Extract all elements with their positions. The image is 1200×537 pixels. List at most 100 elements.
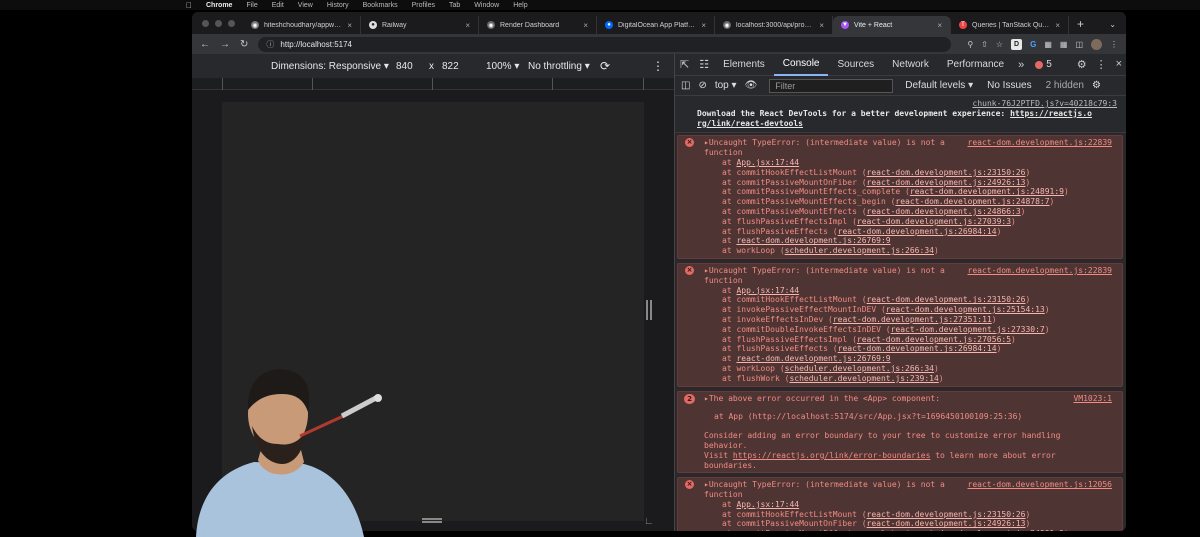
browser-tab[interactable]: T Queries | TanStack Query Do × [951,16,1069,34]
stack-location-link[interactable]: react-dom.development.js:27351:11 [833,315,992,324]
menu-chrome[interactable]: Chrome [206,2,232,9]
tab-performance[interactable]: Performance [938,54,1013,76]
address-bar[interactable]: ⓘ http://localhost:5174 [258,36,952,52]
stack-location-link[interactable]: react-dom.development.js:24878:7 [895,197,1049,206]
devtools-link[interactable]: https://reactjs.o [1010,109,1092,118]
close-tab-icon[interactable]: × [701,21,706,30]
width-input[interactable]: 840 [396,61,413,72]
stack-location-link[interactable]: App.jsx:17:44 [736,286,799,295]
stack-location-link[interactable]: react-dom.development.js:27056:5 [857,335,1011,344]
zoom-select[interactable]: 100% ▾ [486,61,519,72]
stack-location-link[interactable]: react-dom.development.js:23150:26 [867,168,1026,177]
close-window-button[interactable] [202,20,209,27]
console-error-entry[interactable]: × react-dom.development.js:12056 ▸Uncaug… [677,477,1123,531]
stack-location-link[interactable]: react-dom.development.js:26984:14 [838,344,997,353]
context-select[interactable]: top ▾ [715,80,737,91]
extension-g-icon[interactable]: G [1030,40,1036,49]
bookmark-icon[interactable]: ☆ [996,40,1003,49]
menu-window[interactable]: Window [474,2,499,9]
source-link[interactable]: VM1023:1 [1073,394,1112,404]
menu-help[interactable]: Help [513,2,527,9]
issues-button[interactable]: No Issues [987,80,1031,91]
close-devtools-icon[interactable]: × [1116,58,1122,71]
resize-handle-right[interactable] [646,300,652,320]
tab-sources[interactable]: Sources [828,54,883,76]
tab-search-icon[interactable]: ⌄ [1099,20,1126,34]
source-link[interactable]: chunk-76J2PTFD.js?v=40218c79:3 [973,99,1118,108]
console-error-entry[interactable]: 2 VM1023:1 ▸The above error occurred in … [677,390,1123,474]
source-link[interactable]: react-dom.development.js:12056 [968,480,1113,490]
tab-console[interactable]: Console [773,54,829,76]
error-count-badge[interactable]: 5 [1029,59,1058,70]
stack-location-link[interactable]: react-dom.development.js:24891:9 [910,187,1064,196]
new-tab-button[interactable]: + [1069,17,1092,34]
rotate-icon[interactable]: ⟳ [600,59,610,73]
stack-location-link[interactable]: App.jsx:17:44 [736,158,799,167]
resize-corner-icon[interactable]: ∟ [644,516,654,527]
settings-icon[interactable]: ⚙ [1077,58,1087,71]
devtools-link-cont[interactable]: rg/link/react-devtools [697,119,803,128]
menu-profiles[interactable]: Profiles [412,2,435,9]
device-toggle-icon[interactable]: ☷ [694,58,714,71]
dimensions-select[interactable]: Dimensions: Responsive ▾ [271,61,389,72]
close-tab-icon[interactable]: × [347,21,352,30]
zoom-icon[interactable]: ⚲ [967,40,973,49]
console-error-entry[interactable]: × react-dom.development.js:22839 ▸Uncaug… [677,262,1123,387]
stack-location-link[interactable]: react-dom.development.js:25154:13 [886,305,1045,314]
close-tab-icon[interactable]: × [819,21,824,30]
tab-elements[interactable]: Elements [714,54,774,76]
console-settings-icon[interactable]: ⚙ [1092,80,1101,91]
stack-location-link[interactable]: react-dom.development.js:26769:9 [736,236,890,245]
stack-location-link[interactable]: react-dom.development.js:23150:26 [867,295,1026,304]
stack-location-link[interactable]: react-dom.development.js:27039:3 [857,217,1011,226]
source-link[interactable]: react-dom.development.js:22839 [968,266,1113,276]
reload-icon[interactable]: ↻ [240,39,248,50]
stack-location-link[interactable]: react-dom.development.js:26984:14 [838,227,997,236]
tab-network[interactable]: Network [883,54,938,76]
browser-tab[interactable]: ◉ Render Dashboard × [479,16,597,34]
browser-tab[interactable]: ◉ hiteshchoudhary/appwritebl × [243,16,361,34]
avatar[interactable] [1091,38,1102,50]
site-info-icon[interactable]: ⓘ [266,39,274,50]
stack-location-link[interactable]: react-dom.development.js:23150:26 [867,510,1026,519]
menu-tab[interactable]: Tab [449,2,460,9]
source-link[interactable]: react-dom.development.js:22839 [968,138,1113,148]
stack-location-link[interactable]: scheduler.development.js:266:34 [785,364,934,373]
throttling-select[interactable]: No throttling ▾ [528,61,590,72]
zoom-window-button[interactable] [228,20,235,27]
menu-bookmarks[interactable]: Bookmarks [363,2,398,9]
component-stack-link[interactable]: at App (http://localhost:5174/src/App.js… [714,412,1022,421]
close-tab-icon[interactable]: × [465,21,470,30]
menu-history[interactable]: History [327,2,349,9]
apple-icon[interactable]:  [186,1,192,10]
height-input[interactable]: 822 [442,61,459,72]
stack-location-link[interactable]: App.jsx:17:44 [736,500,799,509]
menu-kebab-icon[interactable]: ⋮ [1110,40,1118,49]
inspect-icon[interactable]: ⇱ [675,58,694,71]
filter-input[interactable]: Filter [769,78,894,93]
menu-file[interactable]: File [246,2,257,9]
extension-puzzle-icon[interactable]: ▦ [1044,40,1052,49]
stack-location-link[interactable]: scheduler.development.js:239:14 [789,374,938,383]
minimize-window-button[interactable] [215,20,222,27]
stack-location-link[interactable]: react-dom.development.js:24926:13 [867,178,1026,187]
more-options-icon[interactable]: ⋮ [652,59,664,73]
forward-icon[interactable]: → [220,39,230,50]
close-tab-icon[interactable]: × [937,21,942,30]
stack-location-link[interactable]: react-dom.development.js:24891:9 [910,529,1064,531]
kebab-icon[interactable]: ⋮ [1096,58,1107,71]
share-icon[interactable]: ⇧ [981,40,988,49]
browser-tab[interactable]: ◉ localhost:3000/api/products × [715,16,833,34]
menu-view[interactable]: View [298,2,313,9]
live-expression-icon[interactable]: 👁 [745,80,758,91]
resize-handle-bottom[interactable] [422,518,442,523]
clear-console-icon[interactable]: ⊘ [698,80,706,91]
stack-location-link[interactable]: react-dom.development.js:24866:3 [867,207,1021,216]
more-tabs-icon[interactable]: » [1013,59,1029,71]
sidepanel-icon[interactable]: ◫ [1075,40,1083,49]
browser-tab[interactable]: ● Railway × [361,16,479,34]
stack-location-link[interactable]: scheduler.development.js:266:34 [785,246,934,255]
browser-tab[interactable]: ● DigitalOcean App Platform × [597,16,715,34]
error-boundaries-link[interactable]: https://reactjs.org/link/error-boundarie… [733,451,930,460]
levels-select[interactable]: Default levels ▾ [905,80,973,91]
